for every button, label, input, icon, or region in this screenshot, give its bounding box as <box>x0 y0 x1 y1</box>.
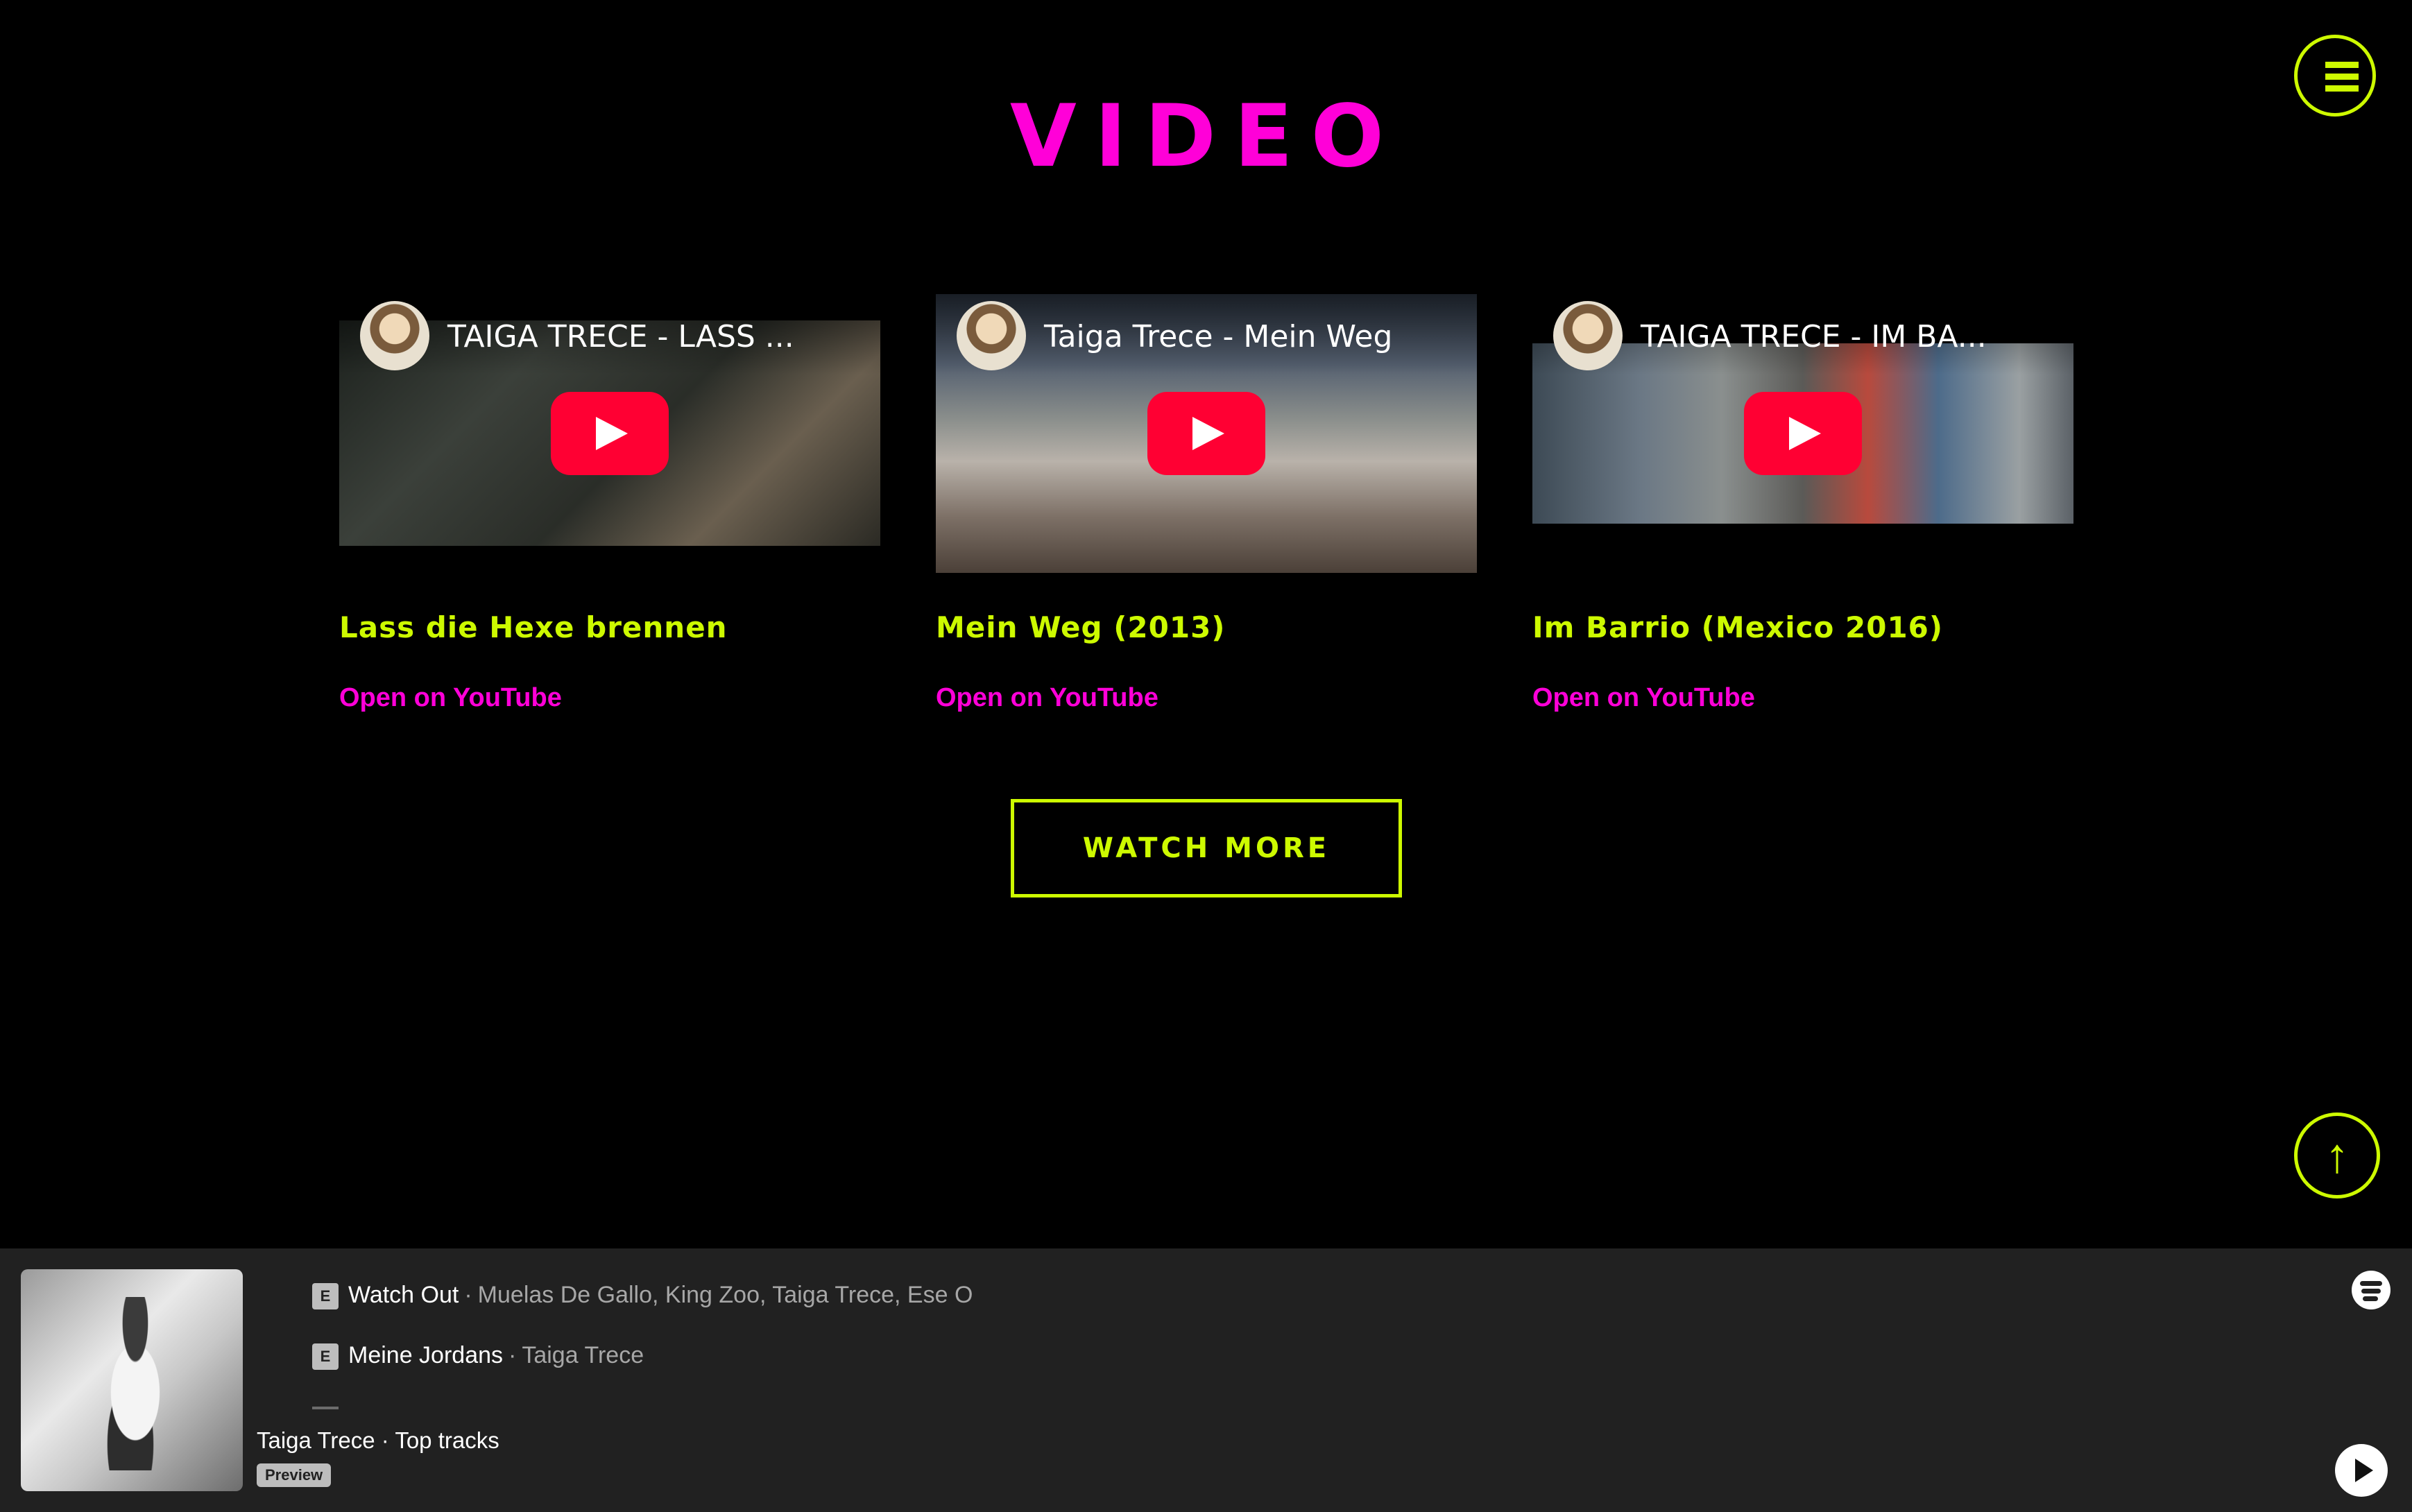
hamburger-menu-icon-bar <box>2325 74 2359 80</box>
video-card: Taiga Trece - Mein Weg Mein Weg (2013) O… <box>936 291 1477 712</box>
album-cover[interactable] <box>21 1269 243 1491</box>
channel-avatar <box>1553 301 1623 370</box>
watch-more-button[interactable]: WATCH MORE <box>1011 799 1402 897</box>
spotify-player: E Watch Out · Muelas De Gallo, King Zoo, Ta… <box>0 1248 2412 1512</box>
track-separator: · <box>508 1342 517 1368</box>
track-name: Meine Jordans <box>348 1342 504 1368</box>
track-list-scroll-indicator <box>312 1407 339 1409</box>
preview-badge: Preview <box>257 1463 332 1487</box>
spotify-logo-icon[interactable] <box>2352 1271 2390 1309</box>
youtube-play-icon[interactable] <box>1147 392 1265 475</box>
youtube-embed[interactable]: Taiga Trece - Mein Weg <box>936 291 1477 576</box>
open-on-youtube-link[interactable]: Open on YouTube <box>339 683 562 713</box>
track-row[interactable]: E Meine Jordans · Taiga Trece <box>312 1342 644 1371</box>
youtube-play-icon[interactable] <box>551 392 669 475</box>
youtube-play-icon[interactable] <box>1744 392 1862 475</box>
hamburger-menu-icon-bar <box>2325 85 2359 92</box>
video-overlay-title: Taiga Trece - Mein Weg <box>1044 319 1393 354</box>
spotify-logo-wave <box>2361 1289 2381 1294</box>
video-card: TAIGA TRECE - IM BA... Im Barrio (Mexico… <box>1532 291 2073 712</box>
channel-avatar <box>957 301 1026 370</box>
arrow-up-icon: ↑ <box>2325 1128 2350 1183</box>
video-name: Im Barrio (Mexico 2016) <box>1532 610 1944 644</box>
video-overlay-title: TAIGA TRECE - LASS ... <box>447 319 794 354</box>
track-row[interactable]: E Watch Out · Muelas De Gallo, King Zoo, Ta… <box>312 1282 973 1310</box>
hamburger-menu-button[interactable] <box>2294 35 2376 117</box>
video-overlay-title: TAIGA TRECE - IM BA... <box>1641 319 1987 354</box>
hamburger-menu-icon <box>2325 62 2359 68</box>
video-name: Mein Weg (2013) <box>936 610 1226 644</box>
open-on-youtube-link[interactable]: Open on YouTube <box>936 683 1158 713</box>
spotify-logo-wave <box>2363 1296 2378 1301</box>
open-on-youtube-link[interactable]: Open on YouTube <box>1532 683 1755 713</box>
explicit-badge: E <box>312 1343 339 1371</box>
video-title-overlay: TAIGA TRECE - LASS ... <box>339 291 880 375</box>
youtube-embed[interactable]: TAIGA TRECE - IM BA... <box>1532 291 2073 576</box>
explicit-badge: E <box>312 1283 339 1310</box>
track-artists: Muelas De Gallo, King Zoo, Taiga Trece, … <box>477 1282 973 1308</box>
scroll-to-top-button[interactable]: ↑ <box>2294 1112 2380 1199</box>
spotify-logo-wave <box>2360 1281 2382 1286</box>
play-icon[interactable] <box>2335 1444 2388 1497</box>
video-name: Lass die Hexe brennen <box>339 610 728 644</box>
channel-avatar <box>360 301 429 370</box>
artist-top-tracks-label: Taiga Trece · Top tracks <box>257 1427 499 1453</box>
section-title: VIDEO <box>1009 87 1403 187</box>
video-title-overlay: Taiga Trece - Mein Weg <box>936 291 1477 375</box>
track-name: Watch Out <box>348 1282 459 1308</box>
video-card: TAIGA TRECE - LASS ... Lass die Hexe bre… <box>339 291 880 712</box>
track-artists: Taiga Trece <box>522 1342 644 1368</box>
video-title-overlay: TAIGA TRECE - IM BA... <box>1532 291 2073 375</box>
cover-artist-figure <box>87 1297 184 1470</box>
youtube-embed[interactable]: TAIGA TRECE - LASS ... <box>339 291 880 576</box>
track-separator: · <box>464 1282 472 1308</box>
